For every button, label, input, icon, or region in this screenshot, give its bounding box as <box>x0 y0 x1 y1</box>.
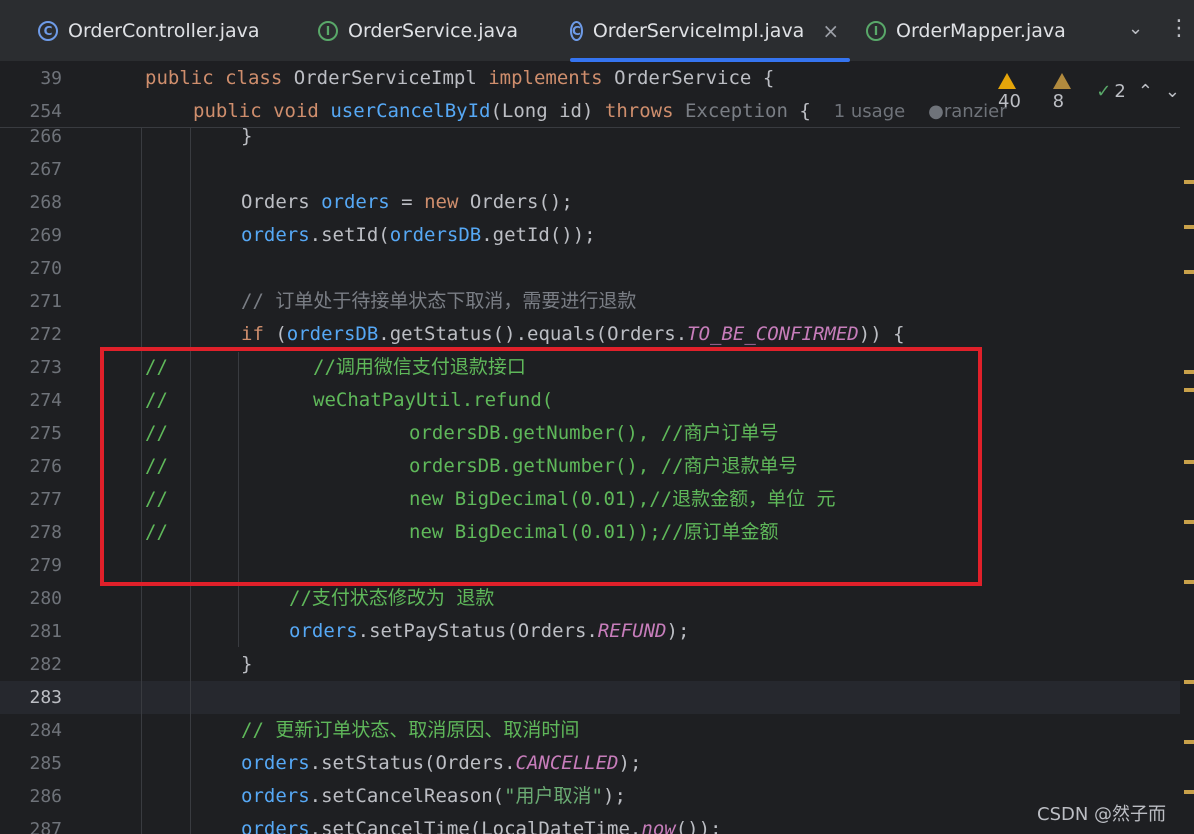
previous-highlight-icon[interactable]: ⌃ <box>1138 81 1153 102</box>
code-line[interactable]: } <box>241 648 252 681</box>
interface-icon: I <box>318 21 338 41</box>
code-line[interactable]: orders.setId(ordersDB.getId()); <box>241 219 596 252</box>
line-number: 254 <box>29 101 62 122</box>
tab-label: OrderServiceImpl.java <box>592 20 805 42</box>
warning-marker[interactable] <box>1184 180 1194 184</box>
code-comment[interactable]: // 更新订单状态、取消原因、取消时间 <box>241 714 579 747</box>
line-number: 277 <box>29 489 62 510</box>
line-number: 268 <box>29 192 62 213</box>
code-line[interactable]: orders.setPayStatus(Orders.REFUND); <box>289 615 689 648</box>
line-number: 273 <box>29 357 62 378</box>
class-declaration[interactable]: public class OrderServiceImpl implements… <box>145 62 774 95</box>
class-icon: C <box>38 21 58 41</box>
warning-marker[interactable] <box>1184 370 1194 374</box>
code-line[interactable]: orders.setCancelTime(LocalDateTime.now()… <box>241 813 721 834</box>
user-icon: ● <box>928 101 944 122</box>
check-icon: ✓ <box>1096 80 1112 102</box>
editor-scrollbar[interactable] <box>1180 62 1194 834</box>
line-number: 267 <box>29 159 62 180</box>
warning-marker[interactable] <box>1184 270 1194 274</box>
warning-marker[interactable] <box>1184 225 1194 229</box>
watermark: CSDN @然子而 <box>1037 804 1167 825</box>
inspection-widget[interactable]: 40 8 ✓ 2 ⌃ ⌄ <box>998 70 1180 112</box>
tab-label: OrderService.java <box>348 20 519 42</box>
code-comment[interactable]: //支付状态修改为 退款 <box>289 582 494 615</box>
weak-warnings-count[interactable]: 8 <box>1052 70 1085 112</box>
line-number: 275 <box>29 423 62 444</box>
usage-hint: 1 usage <box>833 101 906 122</box>
line-number: 269 <box>29 225 62 246</box>
line-number: 279 <box>29 555 62 576</box>
chevron-down-icon[interactable]: ⌄ <box>1128 18 1143 39</box>
next-highlight-icon[interactable]: ⌄ <box>1165 81 1180 102</box>
warning-marker[interactable] <box>1184 580 1194 584</box>
warning-marker[interactable] <box>1184 790 1194 794</box>
warning-icon <box>998 73 1016 89</box>
tab-label: OrderController.java <box>68 20 260 42</box>
line-number: 286 <box>29 786 62 807</box>
line-number: 274 <box>29 390 62 411</box>
method-declaration[interactable]: public void userCancelById(Long id) thro… <box>193 95 1007 128</box>
line-number: 39 <box>40 68 62 89</box>
code-line[interactable]: orders.setStatus(Orders.CANCELLED); <box>241 747 641 780</box>
ok-count[interactable]: ✓ 2 <box>1096 81 1126 102</box>
line-number: 287 <box>29 819 62 834</box>
warning-marker[interactable] <box>1184 520 1194 524</box>
line-number: 282 <box>29 654 62 675</box>
line-number: 276 <box>29 456 62 477</box>
editor-tab-bar: C OrderController.java I OrderService.ja… <box>0 0 1194 62</box>
line-number: 284 <box>29 720 62 741</box>
code-comment[interactable]: // 订单处于待接单状态下取消，需要进行退款 <box>241 285 636 318</box>
code-line[interactable]: orders.setCancelReason("用户取消"); <box>241 780 626 813</box>
warnings-count[interactable]: 40 <box>998 70 1041 112</box>
warning-marker[interactable] <box>1184 740 1194 744</box>
weak-warning-icon <box>1052 73 1071 89</box>
line-number-current: 283 <box>29 687 62 708</box>
sticky-scope-header: 39 public class OrderServiceImpl impleme… <box>0 62 1180 128</box>
line-number: 271 <box>29 291 62 312</box>
current-line-highlight <box>0 681 1180 714</box>
warning-marker[interactable] <box>1184 460 1194 464</box>
tab-order-controller[interactable]: C OrderController.java <box>38 0 260 62</box>
code-editor[interactable]: 39 public class OrderServiceImpl impleme… <box>0 62 1194 834</box>
line-number: 278 <box>29 522 62 543</box>
tab-order-service[interactable]: I OrderService.java <box>318 0 518 62</box>
class-icon: C <box>570 21 583 41</box>
tab-order-service-impl[interactable]: C OrderServiceImpl.java × <box>570 0 850 62</box>
line-number: 272 <box>29 324 62 345</box>
line-number: 281 <box>29 621 62 642</box>
tab-order-mapper[interactable]: I OrderMapper.java <box>866 0 1066 62</box>
interface-icon: I <box>866 21 886 41</box>
warning-marker[interactable] <box>1184 388 1194 392</box>
line-number: 270 <box>29 258 62 279</box>
highlight-annotation-box <box>100 347 982 586</box>
more-options-icon[interactable]: ⋮ <box>1168 16 1190 41</box>
line-number: 285 <box>29 753 62 774</box>
code-line[interactable]: Orders orders = new Orders(); <box>241 186 573 219</box>
tab-label: OrderMapper.java <box>896 20 1066 42</box>
warning-marker[interactable] <box>1184 680 1194 684</box>
line-number: 280 <box>29 588 62 609</box>
close-icon[interactable]: × <box>822 19 839 43</box>
